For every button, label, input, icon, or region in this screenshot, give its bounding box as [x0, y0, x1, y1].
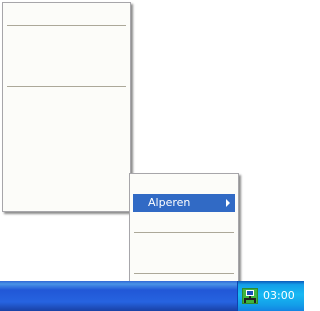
system-tray: 03:00 — [237, 281, 304, 311]
menu-separator — [134, 232, 234, 233]
tray-clock[interactable]: 03:00 — [263, 281, 295, 311]
menu-item-label: Alperen — [148, 196, 191, 209]
menu-item-alperen[interactable]: Alperen — [133, 194, 235, 212]
context-menu-parent — [2, 2, 131, 212]
menu-separator — [7, 25, 126, 26]
submenu-arrow-icon — [226, 199, 230, 207]
context-menu: Alperen — [129, 173, 239, 297]
network-tray-icon[interactable] — [242, 288, 258, 304]
menu-separator — [7, 86, 126, 87]
menu-separator — [134, 273, 234, 274]
